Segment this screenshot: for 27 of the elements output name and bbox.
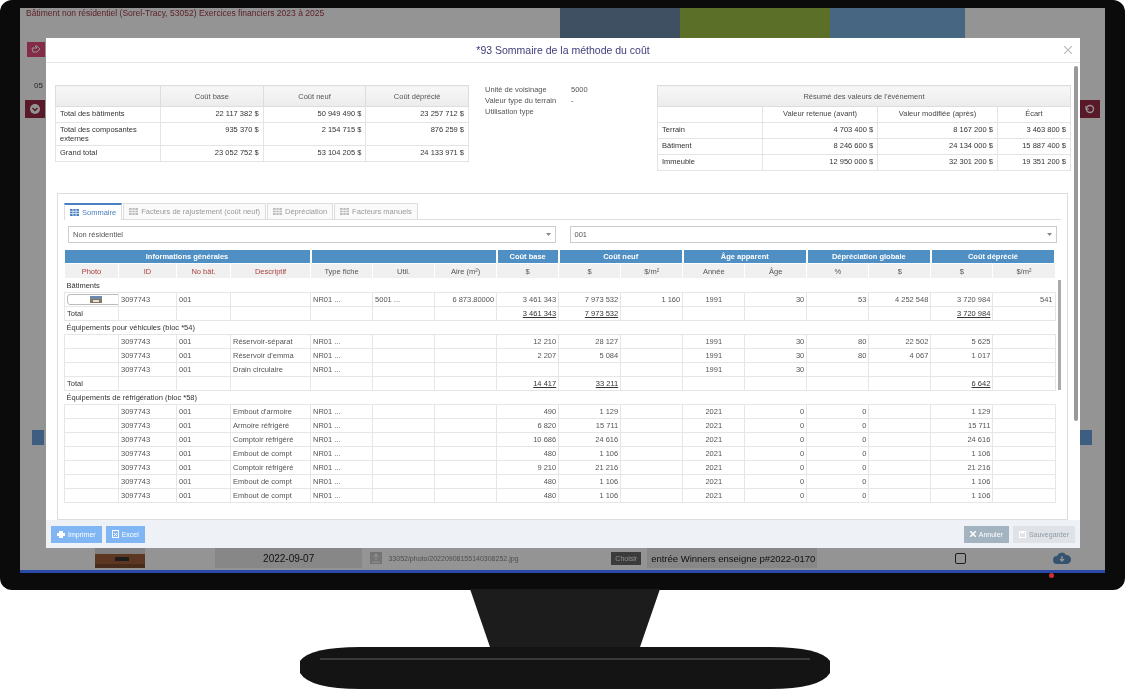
photo-button[interactable] <box>67 294 118 305</box>
description-text: entrée Winners enseigne p#2022-0170 <box>651 552 816 564</box>
undo-button[interactable] <box>1080 100 1100 118</box>
cloud-download-icon[interactable] <box>1052 551 1073 565</box>
upload-icon <box>370 552 383 564</box>
date-text: 2022-09-07 <box>263 552 315 564</box>
chevron-icon <box>30 104 40 114</box>
caret-icon <box>545 233 551 236</box>
undo-icon <box>1085 104 1095 114</box>
page-number: 05 <box>34 81 43 90</box>
modal-title: *93 Sommaire de la méthode du coût <box>476 44 650 56</box>
power-light <box>1049 573 1054 578</box>
hand-icon <box>31 45 41 54</box>
spreadsheet-icon <box>111 530 119 538</box>
grid-icon <box>273 208 282 215</box>
close-icon[interactable] <box>1064 46 1072 54</box>
scrollbar[interactable] <box>1074 66 1078 421</box>
page-title: Bâtiment non résidentiel (Sorel-Tracy, 53052) Exercices financiers 2023 à 2025 <box>26 8 325 18</box>
expand-button[interactable] <box>25 100 45 118</box>
hand-button[interactable] <box>27 42 45 57</box>
checkbox[interactable] <box>955 552 967 564</box>
grid-icon <box>129 208 139 215</box>
scrollbar[interactable] <box>1058 280 1061 390</box>
close-icon <box>969 531 976 537</box>
grid-icon <box>70 209 79 216</box>
caret-icon <box>1047 233 1052 236</box>
grid-icon <box>340 208 350 215</box>
